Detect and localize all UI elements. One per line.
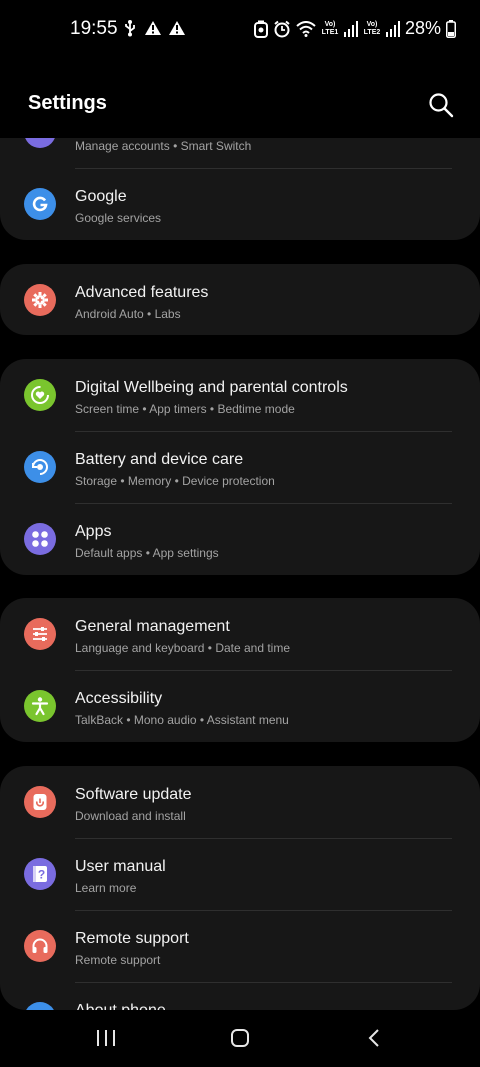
status-right-icons: Vo) LTE1 Vo) LTE2 28% [253,18,456,39]
navigation-bar [0,1010,480,1067]
page-title: Settings [28,92,107,114]
accounts-icon [24,138,56,148]
settings-item-general-management[interactable]: General management Language and keyboard… [0,598,480,670]
settings-group-accounts: Manage accounts • Smart Switch Google Go… [0,138,480,240]
settings-group-management: General management Language and keyboard… [0,598,480,742]
settings-item-title: Remote support [75,930,189,947]
gear-plus-icon [24,284,56,316]
status-left-icons [122,19,186,37]
settings-item-advanced-features[interactable]: Advanced features Android Auto • Labs [0,264,480,336]
back-button[interactable] [354,1022,394,1054]
accessibility-icon [24,690,56,722]
settings-item-google[interactable]: Google Google services [0,168,480,240]
settings-item-title: Apps [75,523,112,540]
settings-item-remote-support[interactable]: Remote support Remote support [0,910,480,982]
wellbeing-icon [24,379,56,411]
settings-item-digital-wellbeing[interactable]: Digital Wellbeing and parental controls … [0,359,480,431]
settings-item-accounts-and-backup[interactable]: Manage accounts • Smart Switch [0,138,480,168]
settings-group-wellbeing-battery-apps: Digital Wellbeing and parental controls … [0,359,480,575]
settings-item-subtitle: Language and keyboard • Date and time [75,641,291,655]
battery-percent: 28% [404,18,441,38]
headset-icon [24,930,56,962]
settings-item-title: Advanced features [75,284,209,301]
status-time: 19:55 [70,18,118,39]
user-manual-icon: ? [24,858,56,890]
battery-icon [446,19,456,38]
alarm-icon [274,20,290,37]
battery-saver-icon [253,20,268,38]
settings-item-title: Software update [75,786,192,803]
usb-icon [125,20,135,37]
settings-item-title: Google [75,188,127,205]
settings-item-subtitle: Manage accounts • Smart Switch [75,139,252,153]
settings-item-title: User manual [75,858,166,875]
settings-item-user-manual[interactable]: ? User manual Learn more [0,838,480,910]
signal-icon [343,20,358,37]
settings-group-support: Software update Download and install ? U… [0,766,480,1010]
settings-item-title: Digital Wellbeing and parental controls [75,379,348,396]
settings-item-about-phone[interactable]: About phone [0,982,480,1010]
settings-item-subtitle: Android Auto • Labs [75,307,181,321]
settings-item-subtitle: Storage • Memory • Device protection [75,474,275,488]
settings-item-title: Battery and device care [75,451,244,468]
software-update-icon [24,786,56,818]
app-bar: Settings [0,80,480,128]
settings-item-subtitle: Screen time • App timers • Bedtime mode [75,402,295,416]
search-button[interactable] [426,90,456,120]
recents-button[interactable] [86,1022,126,1054]
info-icon [24,1002,56,1010]
settings-item-accessibility[interactable]: Accessibility TalkBack • Mono audio • As… [0,670,480,742]
warning-icon [145,21,161,35]
search-icon [429,93,454,118]
recents-icon [97,1030,115,1046]
status-bar: 19:55 Vo) LTE1 Vo) LTE2 28% [0,0,480,60]
settings-item-subtitle: Default apps • App settings [75,546,219,560]
back-icon [368,1029,379,1047]
settings-item-apps[interactable]: Apps Default apps • App settings [0,503,480,575]
settings-item-software-update[interactable]: Software update Download and install [0,766,480,838]
settings-item-title: General management [75,618,230,635]
apps-icon [24,523,56,555]
settings-item-subtitle: Google services [75,211,162,225]
lte1-indicator: Vo) LTE1 [321,20,339,36]
lte2-indicator: Vo) LTE2 [363,20,381,36]
google-icon [24,188,56,220]
home-button[interactable] [220,1022,260,1054]
device-care-icon [24,451,56,483]
signal-icon [385,20,400,37]
settings-item-title: About phone [75,1002,166,1010]
settings-item-battery-and-device-care[interactable]: Battery and device care Storage • Memory… [0,431,480,503]
sliders-icon [24,618,56,650]
home-icon [231,1029,249,1047]
settings-item-subtitle: Remote support [75,953,161,967]
svg-text:?: ? [38,868,45,882]
settings-item-subtitle: Learn more [75,881,137,895]
settings-item-subtitle: TalkBack • Mono audio • Assistant menu [75,713,289,727]
warning-icon [169,21,185,35]
settings-group-advanced: Advanced features Android Auto • Labs [0,264,480,335]
settings-item-subtitle: Download and install [75,809,186,823]
wifi-icon [296,20,316,37]
settings-list[interactable]: Manage accounts • Smart Switch Google Go… [0,138,480,1010]
settings-item-title: Accessibility [75,690,163,707]
